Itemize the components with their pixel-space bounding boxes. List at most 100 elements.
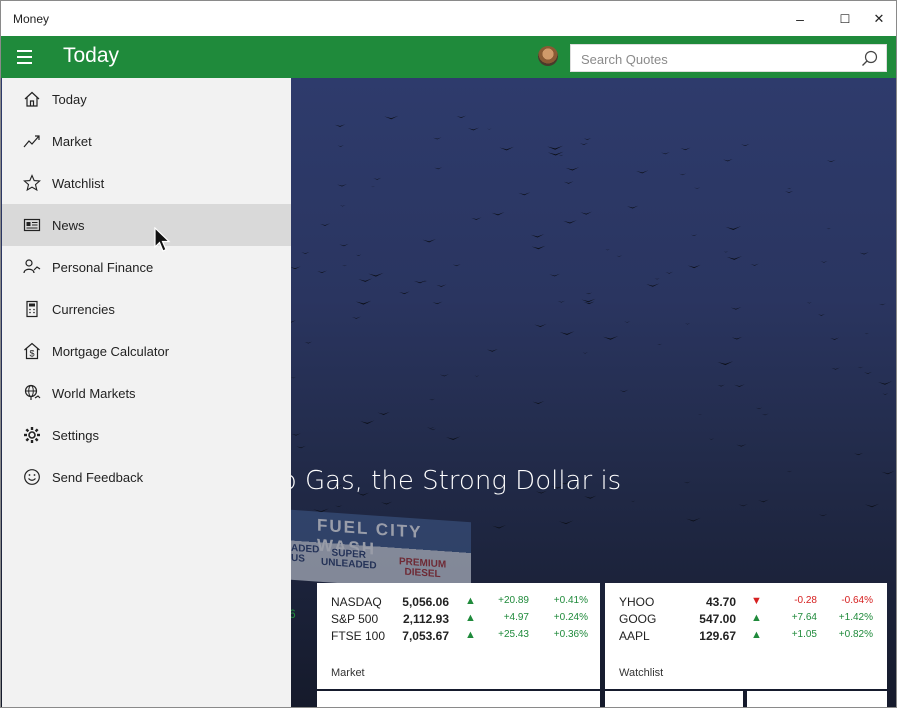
quote-symbol: NASDAQ	[331, 595, 382, 609]
bird-shape	[491, 212, 505, 216]
close-button[interactable]: ✕	[861, 4, 896, 34]
bird-shape	[339, 243, 349, 247]
nav-item-label: Watchlist	[52, 175, 105, 191]
news-icon	[23, 216, 41, 234]
bird-shape	[627, 205, 639, 209]
bird-shape	[826, 228, 831, 230]
quote-value: 43.70	[705, 595, 736, 609]
quote-row[interactable]: YHOO 43.70 ▼ -0.28 -0.64%	[605, 595, 887, 611]
bird-shape	[863, 371, 872, 374]
watchlist-card[interactable]: YHOO 43.70 ▼ -0.28 -0.64% GOOG 547.00 ▲ +7.64 +1.…	[605, 583, 887, 689]
bird-shape	[422, 238, 436, 243]
bird-shape	[368, 272, 384, 277]
bottom-card-2[interactable]	[605, 691, 743, 707]
fuel-sign: FUEL CITY WASH ADED US SUPER UNLEADED PREM…	[291, 509, 471, 593]
bird-shape	[687, 264, 701, 269]
bird-shape	[547, 151, 564, 156]
search-box[interactable]	[570, 44, 887, 72]
bird-shape	[334, 124, 346, 127]
nav-item-currencies[interactable]: Currencies	[2, 288, 291, 330]
nav-item-label: World Markets	[52, 385, 136, 401]
bird-shape	[547, 145, 563, 150]
quote-change: -0.28	[794, 595, 817, 606]
nav-item-news[interactable]: News	[2, 204, 291, 246]
title-bar: Money – ☐ ✕	[1, 1, 896, 36]
down-arrow-icon: ▼	[751, 595, 762, 607]
bird-shape	[413, 280, 427, 284]
minimize-button[interactable]: –	[778, 4, 822, 34]
nav-item-market[interactable]: Market	[2, 120, 291, 162]
bird-shape	[697, 413, 703, 416]
bottom-card-3[interactable]	[747, 691, 887, 707]
quote-value: 2,112.93	[402, 612, 449, 626]
search-icon[interactable]	[861, 50, 878, 67]
nav-item-today[interactable]: Today	[2, 78, 291, 120]
calculator-icon	[23, 300, 41, 318]
nav-item-label: Today	[52, 91, 87, 107]
bird-shape	[740, 143, 750, 147]
bird-shape	[864, 332, 869, 335]
bird-shape	[583, 138, 592, 140]
bird-shape	[558, 520, 574, 525]
bird-shape	[360, 420, 375, 424]
bottom-card-1[interactable]	[317, 691, 600, 707]
bird-shape	[565, 167, 580, 171]
svg-text:$: $	[29, 349, 34, 359]
bird-shape	[761, 413, 769, 416]
bird-shape	[864, 503, 880, 508]
nav-item-settings[interactable]: Settings	[2, 414, 291, 456]
nav-item-watchlist[interactable]: Watchlist	[2, 162, 291, 204]
bird-shape	[818, 514, 828, 517]
nav-item-label: Currencies	[52, 301, 115, 317]
quote-row[interactable]: FTSE 100 7,053.67 ▲ +25.43 +0.36%	[317, 629, 600, 645]
bird-shape	[734, 384, 745, 387]
bird-shape	[820, 260, 828, 263]
quote-row[interactable]: S&P 500 2,112.93 ▲ +4.97 +0.24%	[317, 612, 600, 628]
bird-shape	[730, 306, 742, 310]
quote-row[interactable]: GOOG 547.00 ▲ +7.64 +1.42%	[605, 612, 887, 628]
nav-item-send-feedback[interactable]: Send Feedback	[2, 456, 291, 498]
bird-shape	[584, 495, 597, 499]
hamburger-menu-icon[interactable]	[9, 42, 39, 72]
quote-symbol: S&P 500	[331, 612, 379, 626]
bird-shape	[499, 146, 514, 151]
avatar[interactable]	[538, 46, 558, 66]
bird-shape	[355, 300, 372, 305]
house-dollar-icon: $	[23, 342, 41, 360]
gear-icon	[23, 426, 41, 444]
bird-shape	[563, 181, 574, 184]
bird-shape	[616, 255, 623, 257]
quote-row[interactable]: AAPL 129.67 ▲ +1.05 +0.82%	[605, 629, 887, 645]
quote-percent: +0.82%	[838, 629, 873, 640]
nav-item-label: Personal Finance	[52, 259, 154, 275]
nav-item-personal-finance[interactable]: Personal Finance	[2, 246, 291, 288]
bird-shape	[563, 220, 577, 224]
nav-item-mortgage-calculator[interactable]: $ Mortgage Calculator	[2, 330, 291, 372]
quote-row[interactable]: NASDAQ 5,056.06 ▲ +20.89 +0.41%	[317, 595, 600, 611]
trend-icon	[23, 132, 41, 150]
star-icon	[23, 174, 41, 192]
sign-mid: SUPER UNLEADED	[321, 547, 377, 572]
bird-shape	[787, 187, 792, 189]
bird-shape	[335, 505, 343, 508]
bird-shape	[291, 433, 301, 436]
bird-shape	[377, 411, 390, 415]
search-input[interactable]	[579, 49, 853, 69]
quote-change: +7.64	[791, 612, 817, 623]
bird-shape	[432, 301, 443, 305]
bird-shape	[717, 361, 734, 366]
market-card[interactable]: NASDAQ 5,056.06 ▲ +20.89 +0.41% S&P 500 2,112.…	[317, 583, 600, 689]
quote-change: +4.97	[503, 612, 529, 623]
bird-shape	[785, 190, 794, 193]
nav-item-world-markets[interactable]: World Markets	[2, 372, 291, 414]
bird-shape	[624, 321, 631, 323]
nav-item-label: Mortgage Calculator	[52, 343, 170, 359]
window-title: Money	[13, 12, 50, 26]
bird-shape	[725, 226, 742, 231]
bird-shape	[474, 375, 480, 377]
bird-shape	[630, 500, 636, 502]
bird-shape	[532, 401, 545, 404]
bird-shape	[486, 348, 498, 352]
personal-finance-icon	[23, 258, 41, 276]
nav-item-label: Send Feedback	[52, 469, 144, 485]
